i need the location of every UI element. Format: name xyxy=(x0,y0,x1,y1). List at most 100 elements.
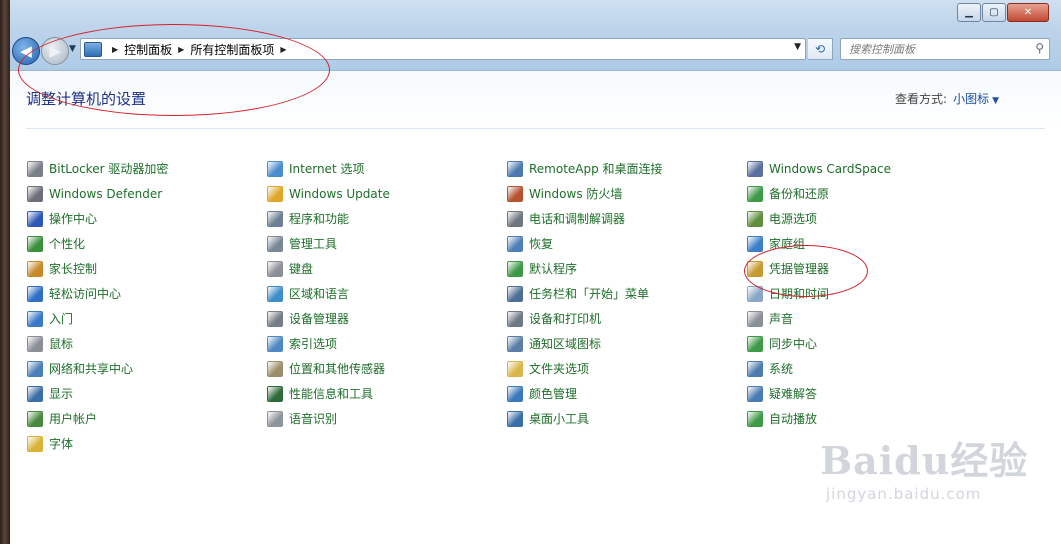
control-panel-item[interactable]: Internet 选项 xyxy=(267,156,390,181)
taskbar-icon xyxy=(507,285,523,302)
item-label: 键盘 xyxy=(289,262,314,276)
minimize-button[interactable]: ▁ xyxy=(957,3,981,22)
chevron-right-icon[interactable]: ▶ xyxy=(280,45,286,54)
desktop-edge xyxy=(0,0,10,544)
address-bar[interactable]: ▶ 控制面板 ▶ 所有控制面板项 ▶ ▼ xyxy=(80,38,806,60)
forward-arrow-icon: ▶ xyxy=(49,42,61,60)
item-label: 任务栏和「开始」菜单 xyxy=(529,287,650,301)
breadcrumb-control-panel[interactable]: 控制面板 xyxy=(124,41,172,58)
control-panel-item[interactable]: 自动播放 xyxy=(747,406,891,431)
search-box[interactable]: ⚲ xyxy=(840,38,1050,60)
search-icon[interactable]: ⚲ xyxy=(1035,41,1044,55)
control-panel-item[interactable]: 程序和功能 xyxy=(267,206,390,231)
control-panel-item[interactable]: 通知区域图标 xyxy=(507,331,663,356)
close-button[interactable]: ✕ xyxy=(1007,3,1049,22)
control-panel-item[interactable]: 声音 xyxy=(747,306,891,331)
control-panel-item[interactable]: 管理工具 xyxy=(267,231,390,256)
backup-icon xyxy=(747,185,763,202)
sync-icon xyxy=(747,335,763,352)
breadcrumb-all-items[interactable]: 所有控制面板项 xyxy=(190,41,274,58)
refresh-button[interactable]: ⟲ xyxy=(808,38,833,60)
control-panel-item[interactable]: 入门 xyxy=(27,306,168,331)
control-panel-item[interactable]: 电源选项 xyxy=(747,206,891,231)
control-panel-item[interactable]: Windows CardSpace xyxy=(747,156,891,181)
control-panel-item[interactable]: 性能信息和工具 xyxy=(267,381,390,406)
control-panel-item[interactable]: 鼠标 xyxy=(27,331,168,356)
control-panel-item[interactable]: 位置和其他传感器 xyxy=(267,356,390,381)
view-by-label: 查看方式: xyxy=(895,92,948,106)
back-button[interactable]: ◀ xyxy=(12,37,40,65)
microphone-icon xyxy=(267,410,283,427)
control-panel-item[interactable]: 字体 xyxy=(27,431,168,456)
control-panel-item[interactable]: Windows 防火墙 xyxy=(507,181,663,206)
control-panel-item[interactable]: 操作中心 xyxy=(27,206,168,231)
item-label: Windows Update xyxy=(289,186,390,201)
item-label: 恢复 xyxy=(529,237,554,251)
item-label: 电源选项 xyxy=(769,212,818,226)
control-panel-item[interactable]: 备份和还原 xyxy=(747,181,891,206)
chevron-down-icon[interactable]: ▼ xyxy=(992,96,999,106)
update-icon xyxy=(267,185,283,202)
control-panel-item[interactable]: 恢复 xyxy=(507,231,663,256)
search-input[interactable] xyxy=(847,41,1031,57)
address-dropdown-icon[interactable]: ▼ xyxy=(794,42,801,52)
item-label: Windows Defender xyxy=(49,186,163,201)
gadgets-icon xyxy=(507,410,523,427)
control-panel-item[interactable]: BitLocker 驱动器加密 xyxy=(27,156,168,181)
control-panel-item[interactable]: 家长控制 xyxy=(27,256,168,281)
control-panel-item[interactable]: 任务栏和「开始」菜单 xyxy=(507,281,663,306)
control-panel-item[interactable]: 设备管理器 xyxy=(267,306,390,331)
mouse-icon xyxy=(27,335,43,352)
control-panel-item[interactable]: 桌面小工具 xyxy=(507,406,663,431)
color-mgmt-icon xyxy=(507,385,523,402)
control-panel-window: ▁ ▢ ✕ ◀ ▶ ▼ ▶ 控制面板 ▶ 所有控制面板项 ▶ ▼ ⟲ ⚲ 调整计… xyxy=(10,0,1061,544)
items-column-3: RemoteApp 和桌面连接 Windows 防火墙 电话和调制解调器恢复默认程序… xyxy=(507,156,663,431)
control-panel-item[interactable]: Windows Update xyxy=(267,181,390,206)
recent-pages-dropdown[interactable]: ▼ xyxy=(69,44,76,54)
control-panel-item[interactable]: 同步中心 xyxy=(747,331,891,356)
title-bar: ▁ ▢ ✕ ◀ ▶ ▼ ▶ 控制面板 ▶ 所有控制面板项 ▶ ▼ ⟲ ⚲ xyxy=(10,0,1061,71)
item-label: 语音识别 xyxy=(289,412,338,426)
control-panel-item[interactable]: 显示 xyxy=(27,381,168,406)
remoteapp-icon xyxy=(507,160,523,177)
control-panel-item[interactable]: 电话和调制解调器 xyxy=(507,206,663,231)
item-label: 桌面小工具 xyxy=(529,412,590,426)
chevron-right-icon[interactable]: ▶ xyxy=(112,45,118,54)
control-panel-item[interactable]: 区域和语言 xyxy=(267,281,390,306)
maximize-button[interactable]: ▢ xyxy=(982,3,1006,22)
item-label: 设备和打印机 xyxy=(529,312,602,326)
internet-icon xyxy=(267,160,283,177)
control-panel-item[interactable]: 网络和共享中心 xyxy=(27,356,168,381)
forward-button[interactable]: ▶ xyxy=(41,37,69,65)
control-panel-item[interactable]: 键盘 xyxy=(267,256,390,281)
control-panel-item[interactable]: 家庭组 xyxy=(747,231,891,256)
control-panel-item[interactable]: 默认程序 xyxy=(507,256,663,281)
control-panel-item[interactable]: RemoteApp 和桌面连接 xyxy=(507,156,663,181)
item-label: 默认程序 xyxy=(529,262,578,276)
bitlocker-icon xyxy=(27,160,43,177)
watermark-logo-text: Baidu经验 xyxy=(820,438,1029,483)
control-panel-item[interactable]: 文件夹选项 xyxy=(507,356,663,381)
control-panel-item[interactable]: 语音识别 xyxy=(267,406,390,431)
item-label: 字体 xyxy=(49,437,74,451)
control-panel-item[interactable]: 系统 xyxy=(747,356,891,381)
clock-icon xyxy=(747,285,763,302)
ease-access-icon xyxy=(27,285,43,302)
control-panel-item[interactable]: 凭据管理器 xyxy=(747,256,891,281)
item-label: 轻松访问中心 xyxy=(49,287,122,301)
control-panel-item[interactable]: 颜色管理 xyxy=(507,381,663,406)
back-arrow-icon: ◀ xyxy=(20,42,32,60)
item-label: 入门 xyxy=(49,312,74,326)
control-panel-item[interactable]: 设备和打印机 xyxy=(507,306,663,331)
control-panel-item[interactable]: 轻松访问中心 xyxy=(27,281,168,306)
power-icon xyxy=(747,210,763,227)
window-caption-buttons: ▁ ▢ ✕ xyxy=(957,3,1049,22)
view-by-value[interactable]: 小图标 xyxy=(953,92,989,106)
control-panel-item[interactable]: 索引选项 xyxy=(267,331,390,356)
control-panel-item[interactable]: 疑难解答 xyxy=(747,381,891,406)
control-panel-item[interactable]: 日期和时间 xyxy=(747,281,891,306)
chevron-right-icon[interactable]: ▶ xyxy=(178,45,184,54)
control-panel-item[interactable]: 个性化 xyxy=(27,231,168,256)
control-panel-item[interactable]: Windows Defender xyxy=(27,181,168,206)
control-panel-item[interactable]: 用户帐户 xyxy=(27,406,168,431)
